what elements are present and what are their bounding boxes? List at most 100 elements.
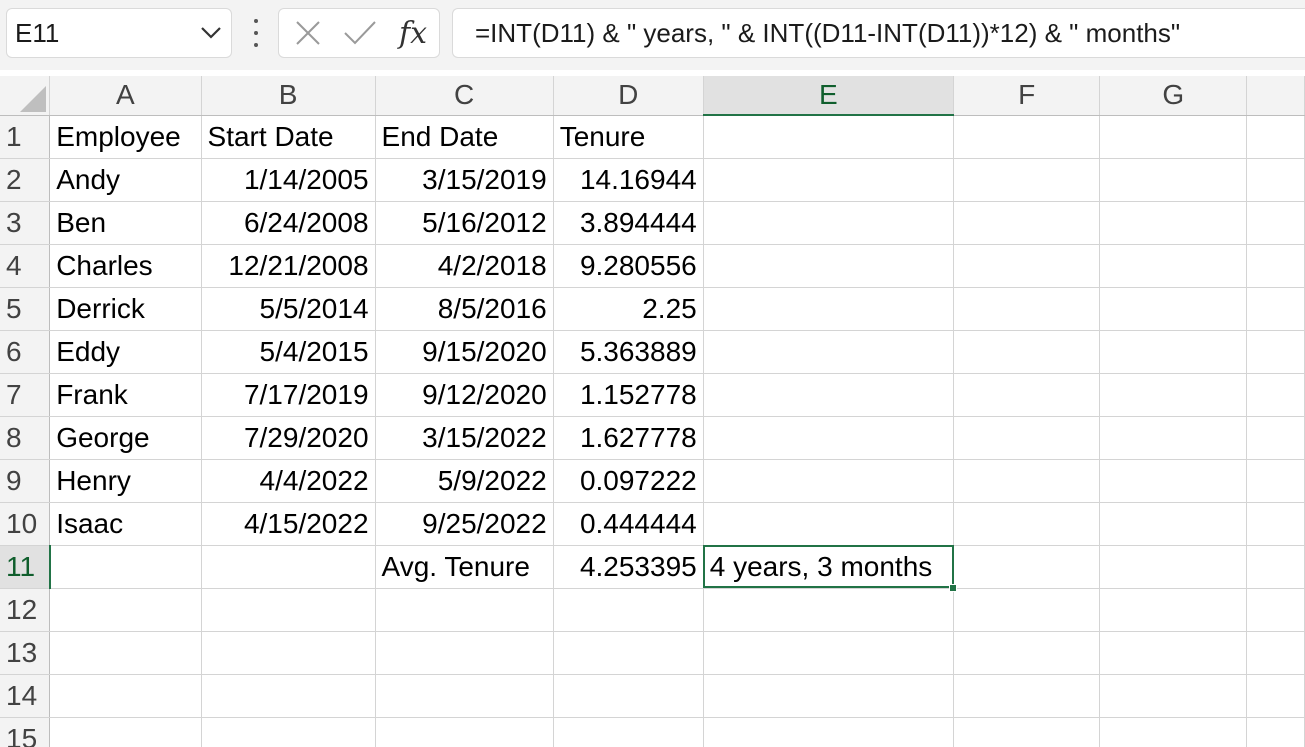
- cell-avg-tenure-value[interactable]: 4.253395: [553, 545, 704, 589]
- cell[interactable]: [953, 115, 1101, 159]
- name-box[interactable]: E11: [6, 8, 232, 58]
- cell-tenure[interactable]: 0.097222: [553, 459, 704, 503]
- cell-employee[interactable]: Charles: [49, 244, 202, 288]
- row-header[interactable]: 8: [0, 416, 51, 460]
- cell[interactable]: [1099, 244, 1248, 288]
- cell[interactable]: [703, 674, 955, 718]
- cell-tenure[interactable]: 1.627778: [553, 416, 704, 460]
- cell[interactable]: [703, 158, 955, 202]
- cell[interactable]: [1099, 717, 1248, 747]
- cell-employee[interactable]: George: [49, 416, 202, 460]
- cell-employee[interactable]: Eddy: [49, 330, 202, 374]
- cell[interactable]: [1246, 115, 1305, 159]
- cell-tenure[interactable]: 9.280556: [553, 244, 704, 288]
- cell[interactable]: [49, 674, 202, 718]
- cell[interactable]: [953, 287, 1101, 331]
- row-header[interactable]: 5: [0, 287, 51, 331]
- cell-start-date[interactable]: 5/5/2014: [201, 287, 376, 331]
- cell[interactable]: [201, 631, 376, 675]
- cell-start-date[interactable]: 4/4/2022: [201, 459, 376, 503]
- close-x-icon[interactable]: [285, 9, 331, 57]
- cell[interactable]: [703, 330, 955, 374]
- cell[interactable]: [1099, 588, 1248, 632]
- cell[interactable]: [1246, 287, 1305, 331]
- row-header[interactable]: 9: [0, 459, 51, 503]
- cell[interactable]: [49, 631, 202, 675]
- cell[interactable]: [703, 416, 955, 460]
- cell[interactable]: [49, 545, 202, 589]
- cell-b1[interactable]: Start Date: [201, 115, 376, 159]
- cell-tenure[interactable]: 5.363889: [553, 330, 704, 374]
- cell[interactable]: [953, 416, 1101, 460]
- cell[interactable]: [553, 674, 704, 718]
- cell-start-date[interactable]: 6/24/2008: [201, 201, 376, 245]
- cell-end-date[interactable]: 9/15/2020: [375, 330, 554, 374]
- column-header-e[interactable]: E: [703, 76, 955, 116]
- cell[interactable]: [703, 244, 955, 288]
- cell[interactable]: [1246, 631, 1305, 675]
- row-header[interactable]: 12: [0, 588, 51, 632]
- cell[interactable]: [553, 588, 704, 632]
- cell-end-date[interactable]: 9/25/2022: [375, 502, 554, 546]
- row-header[interactable]: 1: [0, 115, 51, 159]
- cell[interactable]: [1099, 330, 1248, 374]
- cell[interactable]: [1246, 201, 1305, 245]
- cell[interactable]: [1246, 545, 1305, 589]
- cell-employee[interactable]: Ben: [49, 201, 202, 245]
- cell-tenure[interactable]: 14.16944: [553, 158, 704, 202]
- cell[interactable]: [953, 717, 1101, 747]
- cell-start-date[interactable]: 7/29/2020: [201, 416, 376, 460]
- cell[interactable]: [1099, 502, 1248, 546]
- cell-employee[interactable]: Henry: [49, 459, 202, 503]
- cell[interactable]: [1246, 330, 1305, 374]
- column-header-d[interactable]: D: [553, 76, 704, 116]
- cell-c1[interactable]: End Date: [375, 115, 554, 159]
- cell[interactable]: [1246, 588, 1305, 632]
- cell-tenure[interactable]: 2.25: [553, 287, 704, 331]
- cell[interactable]: [1099, 287, 1248, 331]
- cell-tenure[interactable]: 0.444444: [553, 502, 704, 546]
- cell[interactable]: [703, 459, 955, 503]
- cell[interactable]: [953, 330, 1101, 374]
- cell[interactable]: [703, 717, 955, 747]
- row-header[interactable]: 10: [0, 502, 51, 546]
- name-box-value[interactable]: E11: [15, 18, 191, 49]
- column-header-c[interactable]: C: [375, 76, 554, 116]
- cell[interactable]: [1246, 502, 1305, 546]
- cell[interactable]: [553, 717, 704, 747]
- row-header[interactable]: 6: [0, 330, 51, 374]
- cell-a1[interactable]: Employee: [49, 115, 202, 159]
- column-header-b[interactable]: B: [201, 76, 376, 116]
- cell[interactable]: [375, 631, 554, 675]
- cell[interactable]: [953, 545, 1101, 589]
- cell[interactable]: [953, 674, 1101, 718]
- cell[interactable]: [1246, 459, 1305, 503]
- column-header-a[interactable]: A: [49, 76, 202, 116]
- cell-e11-selected[interactable]: 4 years, 3 months: [703, 545, 958, 592]
- formula-input[interactable]: =INT(D11) & " years, " & INT((D11-INT(D1…: [452, 8, 1305, 58]
- cell-end-date[interactable]: 4/2/2018: [375, 244, 554, 288]
- cell[interactable]: [703, 631, 955, 675]
- cell-employee[interactable]: Frank: [49, 373, 202, 417]
- cell-d1[interactable]: Tenure: [553, 115, 704, 159]
- cell-start-date[interactable]: 7/17/2019: [201, 373, 376, 417]
- cell[interactable]: [201, 674, 376, 718]
- cell[interactable]: [201, 545, 376, 589]
- cell[interactable]: [1099, 674, 1248, 718]
- cell[interactable]: [1099, 545, 1248, 589]
- cell[interactable]: [703, 588, 955, 632]
- cell[interactable]: [1246, 373, 1305, 417]
- row-header[interactable]: 3: [0, 201, 51, 245]
- cell-employee[interactable]: Isaac: [49, 502, 202, 546]
- more-options-icon[interactable]: [246, 16, 266, 50]
- row-header[interactable]: 14: [0, 674, 51, 718]
- insert-function-icon[interactable]: fx: [389, 9, 437, 57]
- checkmark-icon[interactable]: [337, 9, 383, 57]
- cell-avg-tenure-label[interactable]: Avg. Tenure: [375, 545, 554, 589]
- cell-end-date[interactable]: 9/12/2020: [375, 373, 554, 417]
- cell[interactable]: [1246, 416, 1305, 460]
- cell-end-date[interactable]: 3/15/2022: [375, 416, 554, 460]
- cell-start-date[interactable]: 5/4/2015: [201, 330, 376, 374]
- cell[interactable]: [375, 588, 554, 632]
- cell[interactable]: [1246, 158, 1305, 202]
